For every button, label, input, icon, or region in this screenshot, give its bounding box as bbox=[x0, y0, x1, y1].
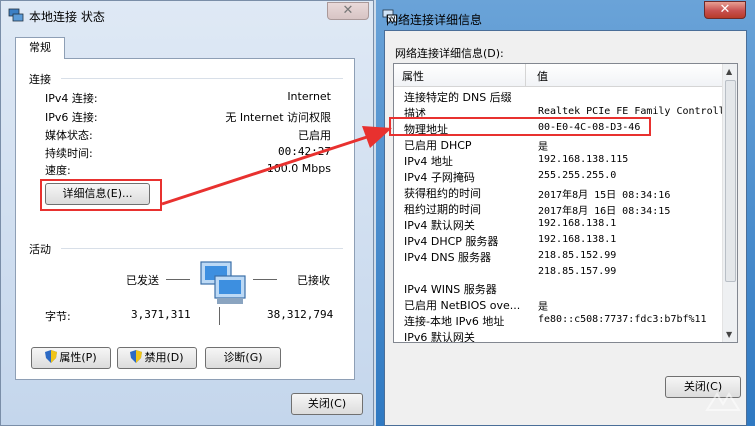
annotation-arrow-icon bbox=[161, 126, 392, 206]
tab-general[interactable]: 常规 bbox=[15, 37, 65, 59]
